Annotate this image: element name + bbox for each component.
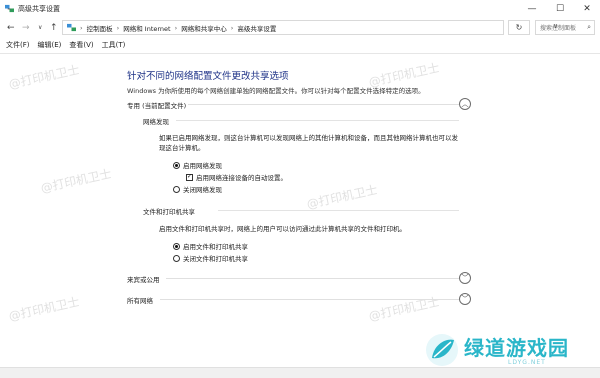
radio-unselected[interactable]: [173, 185, 180, 193]
breadcrumb-separator: ›: [174, 23, 178, 32]
menu-bar: 文件(F) 编辑(E) 查看(V) 工具(T): [0, 38, 600, 52]
search-input[interactable]: 搜索控制面板 ⌕: [535, 20, 595, 35]
search-placeholder: 搜索控制面板: [540, 25, 577, 32]
chevron-up-icon[interactable]: ︿: [459, 98, 471, 110]
group-divider: [176, 120, 459, 121]
watermark: @打印机卫士: [305, 182, 379, 212]
watermark: @打印机卫士: [7, 294, 81, 324]
file-printer-description: 启用文件和打印机共享时，网络上的用户可以访问通过此计算机共享的文件和打印机。: [159, 225, 406, 233]
menu-view[interactable]: 查看(V): [69, 40, 93, 50]
forward-button[interactable]: →: [22, 21, 30, 34]
close-button[interactable]: ✕: [573, 0, 600, 17]
recent-locations-button[interactable]: ∨: [38, 21, 42, 34]
profile-guest-label[interactable]: 来宾或公用: [127, 274, 160, 284]
minimize-button[interactable]: —: [518, 0, 546, 17]
network-discovery-off-option[interactable]: 关闭网络发现: [173, 184, 222, 194]
watermark: @打印机卫士: [7, 62, 81, 92]
menu-edit[interactable]: 编辑(E): [38, 40, 62, 50]
menu-file[interactable]: 文件(F): [6, 40, 30, 50]
title-bar: 高级共享设置 — ☐ ✕: [0, 0, 600, 17]
section-divider: [166, 278, 459, 279]
network-icon: [67, 23, 76, 32]
watermark: @打印机卫士: [367, 294, 441, 324]
page-title: 针对不同的网络配置文件更改共享选项: [127, 71, 289, 82]
network-discovery-on-option[interactable]: 启用网络发现: [173, 160, 222, 170]
breadcrumb-separator: ›: [230, 23, 234, 32]
leaf-logo-icon: [426, 334, 458, 366]
group-divider: [218, 210, 459, 211]
file-printer-off-option[interactable]: 关闭文件和打印机共享: [173, 253, 248, 263]
file-printer-on-label: 启用文件和打印机共享: [183, 243, 248, 251]
breadcrumb-advanced-sharing[interactable]: 高级共享设置: [237, 23, 276, 33]
chevron-down-icon[interactable]: ﹀: [459, 272, 471, 284]
refresh-button[interactable]: ↻: [508, 20, 530, 35]
up-button[interactable]: ↑: [50, 21, 58, 34]
file-printer-title: 文件和打印机共享: [143, 208, 195, 216]
network-discovery-on-label: 启用网络发现: [183, 162, 222, 170]
profile-all-label[interactable]: 所有网络: [127, 295, 153, 305]
site-logo: 绿道游戏园 LDYG.NET: [420, 330, 592, 372]
address-row: ← → ∨ ↑ › 控制面板 › 网络和 Internet › 网络和共享中心 …: [0, 17, 600, 38]
chevron-down-icon[interactable]: ﹀: [459, 293, 471, 305]
page-description: Windows 为你所使用的每个网络创建单独的网络配置文件。你可以针对每个配置文…: [127, 87, 425, 95]
checkbox-checked[interactable]: ✓: [186, 173, 193, 181]
breadcrumb-separator: ›: [80, 23, 83, 32]
breadcrumb-network-internet[interactable]: 网络和 Internet: [123, 23, 170, 33]
breadcrumb-control-panel[interactable]: 控制面板: [87, 23, 113, 33]
auto-setup-label: 启用网络连接设备的自动设置。: [196, 174, 287, 182]
network-icon: [5, 4, 14, 13]
file-printer-on-option[interactable]: 启用文件和打印机共享: [173, 241, 248, 251]
watermark: @打印机卫士: [39, 166, 113, 196]
section-divider: [160, 299, 459, 300]
menu-tools[interactable]: 工具(T): [102, 40, 126, 50]
network-discovery-description: 如果已启用网络发现，则这台计算机可以发现网络上的其他计算机和设备，而且其他网络计…: [159, 134, 458, 152]
network-discovery-off-label: 关闭网络发现: [183, 186, 222, 194]
address-bar[interactable]: › 控制面板 › 网络和 Internet › 网络和共享中心 › 高级共享设置…: [62, 20, 558, 35]
maximize-button[interactable]: ☐: [546, 0, 574, 17]
window-title: 高级共享设置: [18, 5, 60, 13]
section-divider: [188, 104, 459, 105]
logo-subtext: LDYG.NET: [508, 359, 546, 366]
logo-text: 绿道游戏园: [464, 336, 569, 360]
profile-private-label[interactable]: 专用 (当前配置文件): [127, 100, 186, 110]
search-icon: ⌕: [587, 23, 591, 31]
auto-setup-option[interactable]: ✓ 启用网络连接设备的自动设置。: [186, 172, 287, 182]
divider: [0, 53, 600, 54]
back-button[interactable]: ←: [7, 21, 15, 34]
radio-unselected[interactable]: [173, 254, 180, 262]
radio-selected[interactable]: [173, 161, 180, 169]
breadcrumb-network-sharing-center[interactable]: 网络和共享中心: [181, 23, 227, 33]
breadcrumb-separator: ›: [116, 23, 120, 32]
file-printer-off-label: 关闭文件和打印机共享: [183, 255, 248, 263]
network-discovery-title: 网络发现: [143, 118, 169, 126]
radio-selected[interactable]: [173, 242, 180, 250]
